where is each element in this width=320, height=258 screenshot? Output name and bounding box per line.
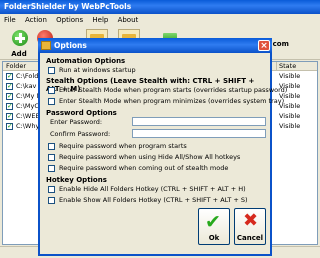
row-checkbox[interactable] — [6, 122, 13, 130]
hide-all-hotkey-label: Enable Hide All Folders Hotkey (CTRL + S… — [59, 185, 246, 193]
main-title-bar: FolderShielder by WebPcTools — [0, 0, 320, 14]
cancel-button-label: Cancel — [236, 234, 264, 242]
menu-action[interactable]: Action — [25, 14, 47, 26]
row-checkbox[interactable] — [6, 92, 13, 100]
column-header-state[interactable]: State — [276, 62, 296, 71]
row-state: Visible — [279, 112, 301, 120]
require-password-hotkeys-checkbox[interactable] — [48, 154, 55, 161]
enter-password-field[interactable] — [132, 117, 266, 126]
password-heading: Password Options — [46, 109, 117, 117]
checkmark-icon: ✔ — [205, 211, 221, 233]
require-password-stealth-label: Require password when coming out of stea… — [59, 164, 229, 172]
row-checkbox[interactable] — [6, 72, 13, 80]
ok-button-label: Ok — [208, 234, 220, 242]
menu-file[interactable]: File — [4, 14, 16, 26]
stealth-on-minimize-checkbox[interactable] — [48, 98, 55, 105]
add-button[interactable]: Add — [6, 28, 32, 58]
require-password-hotkeys-label: Require password when using Hide All/Sho… — [59, 153, 241, 161]
enter-password-label: Enter Password: — [50, 118, 103, 126]
row-checkbox[interactable] — [6, 112, 13, 120]
require-password-start-checkbox[interactable] — [48, 143, 55, 150]
add-icon — [12, 30, 28, 46]
require-password-stealth-checkbox[interactable] — [48, 165, 55, 172]
close-button[interactable]: × — [258, 40, 270, 51]
row-path: C:\kav — [16, 82, 37, 90]
hotkey-heading: Hotkey Options — [46, 176, 107, 184]
cancel-button[interactable]: ✖ Cancel — [234, 208, 266, 245]
folder-icon — [41, 41, 51, 50]
stealth-on-start-checkbox[interactable] — [48, 87, 55, 94]
row-checkbox[interactable] — [6, 82, 13, 90]
menu-help[interactable]: Help — [92, 14, 108, 26]
hide-all-hotkey-checkbox[interactable] — [48, 186, 55, 193]
row-checkbox[interactable] — [6, 102, 13, 110]
add-button-label: Add — [11, 50, 27, 58]
ok-button[interactable]: ✔ Ok — [198, 208, 230, 245]
column-header-folder[interactable]: Folder — [6, 62, 26, 71]
options-title-bar[interactable]: Options × — [38, 38, 272, 53]
show-all-hotkey-label: Enable Show All Folders Hotkey (CTRL + S… — [59, 196, 248, 204]
site-label: .com — [270, 40, 289, 48]
menu-options[interactable]: Options — [56, 14, 83, 26]
run-at-startup-label: Run at windows startup — [59, 66, 136, 74]
cancel-icon: ✖ — [243, 210, 259, 231]
confirm-password-label: Confirm Password: — [50, 130, 111, 138]
main-window-title: FolderShielder by WebPcTools — [4, 2, 132, 11]
show-all-hotkey-checkbox[interactable] — [48, 197, 55, 204]
menu-bar: File Action Options Help About — [0, 14, 320, 26]
row-state: Visible — [279, 122, 301, 130]
options-title: Options — [54, 41, 87, 50]
run-at-startup-checkbox[interactable] — [48, 67, 55, 74]
options-dialog: Options × Automation Options Run at wind… — [38, 38, 287, 256]
row-state: Visible — [279, 72, 301, 80]
menu-about[interactable]: About — [118, 14, 139, 26]
confirm-password-field[interactable] — [132, 129, 266, 138]
stealth-on-minimize-label: Enter Stealth Mode when program minimize… — [59, 97, 285, 105]
automation-heading: Automation Options — [46, 57, 126, 65]
require-password-start-label: Require password when program starts — [59, 142, 187, 150]
stealth-on-start-label: Enter Stealth Mode when program starts (… — [59, 86, 288, 94]
